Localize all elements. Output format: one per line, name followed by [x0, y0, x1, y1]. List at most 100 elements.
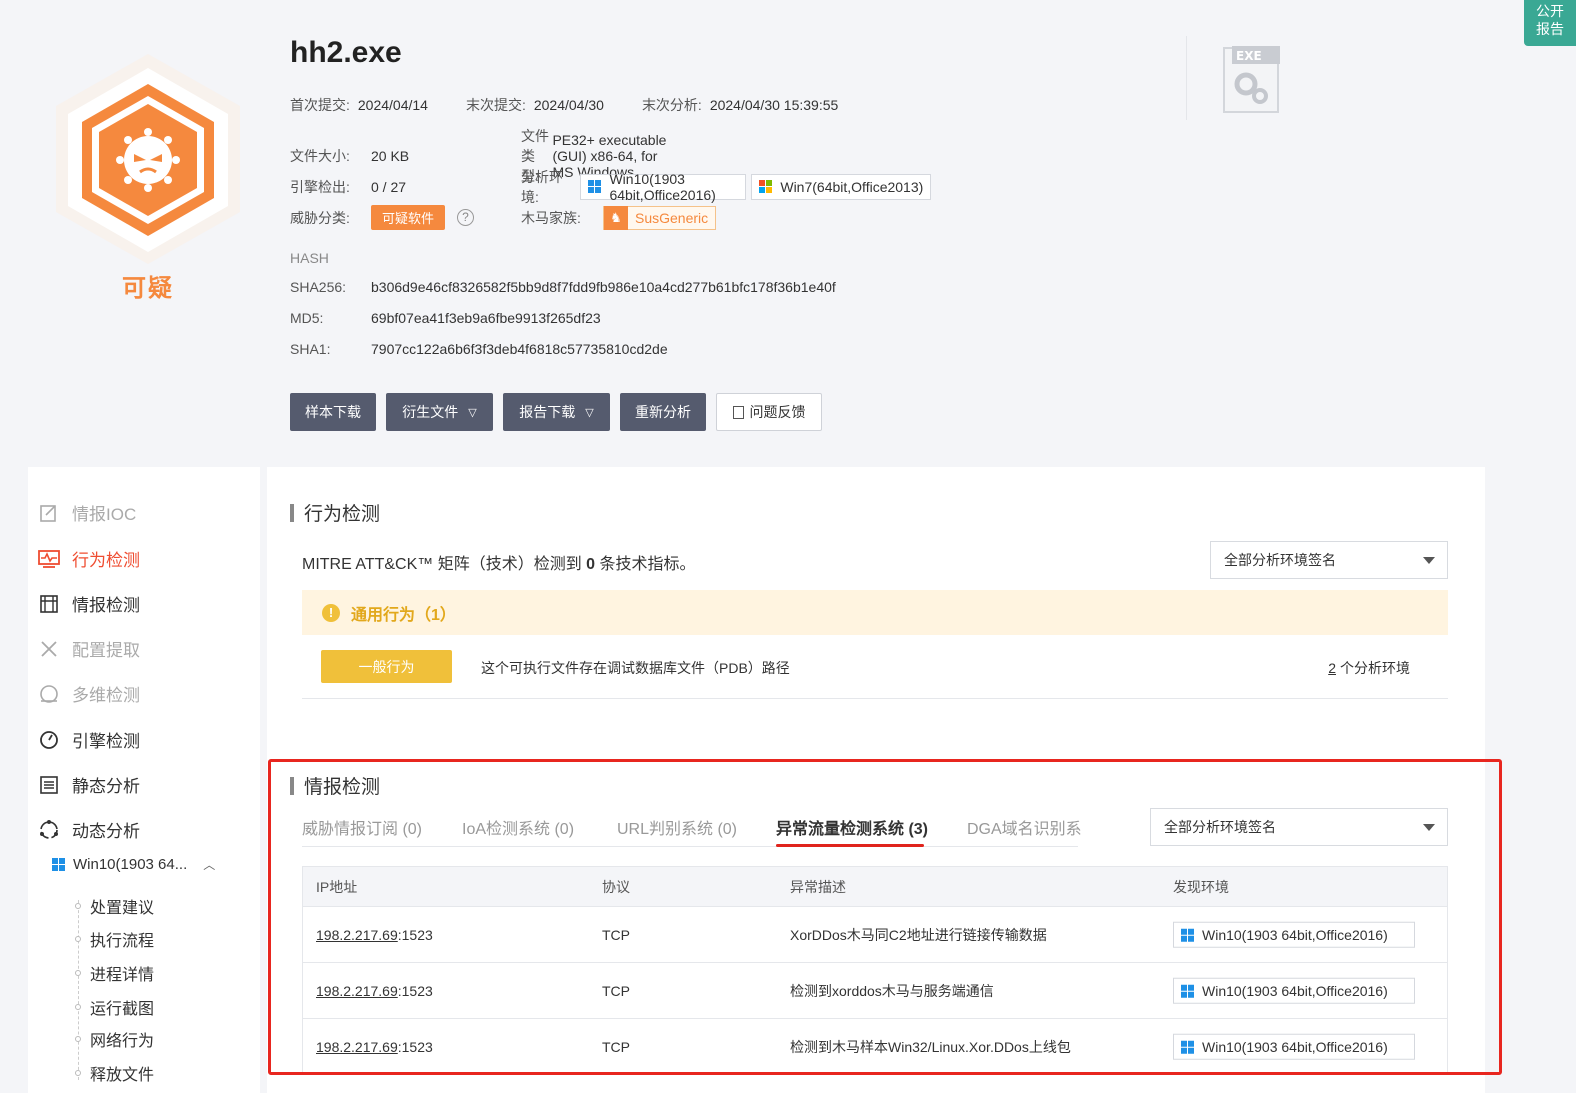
sidebar-item-intel-ioc[interactable]: 情报IOC — [38, 500, 136, 525]
sidebar-item-config-extract[interactable]: 配置提取 — [38, 636, 140, 661]
intel-env-select[interactable]: 全部分析环境签名 — [1150, 808, 1448, 846]
behavior-title-text: 行为检测 — [304, 504, 381, 525]
sidebar-sub-item[interactable]: 进程详情 — [75, 961, 154, 985]
env-chip-label: Win10(1903 64bit,Office2016) — [609, 170, 716, 203]
dropdown-arrow-icon — [1423, 557, 1435, 564]
ip-link[interactable]: 198.2.217.69 — [316, 927, 398, 943]
sidebar-item-static[interactable]: 静态分析 — [38, 772, 140, 797]
title-bar — [290, 776, 294, 795]
analysis-env-label: 分析环境: — [521, 168, 563, 205]
sidebar-sub-item[interactable]: 执行流程 — [75, 927, 155, 951]
protocol-cell: TCP — [602, 926, 630, 943]
trojan-horse-icon: ♞ — [604, 205, 628, 230]
env-chip-win7[interactable]: Win7(64bit,Office2013) — [751, 173, 932, 200]
description-cell: 检测到xorddos木马与服务端通信 — [790, 982, 994, 999]
tab-threat-intel[interactable]: 威胁情报订阅 (0) — [302, 815, 422, 839]
sidebar-sub-label: 网络行为 — [90, 1033, 155, 1050]
title-bar — [290, 503, 294, 522]
engine-label: 引擎检出: — [290, 178, 350, 195]
ip-link[interactable]: 198.2.217.69 — [316, 1039, 398, 1055]
tree-dot — [75, 936, 81, 942]
env-chip-label: Win10(1903 64bit,Office2016) — [1202, 1038, 1388, 1055]
env-cell: Win10(1903 64bit,Office2016) — [1173, 1033, 1415, 1060]
cycle-icon — [38, 819, 60, 841]
env-chip-win10[interactable]: Win10(1903 64bit,Office2016) — [580, 170, 747, 203]
general-behavior-banner[interactable]: ! 通用行为（1） — [302, 590, 1448, 635]
divider — [1186, 36, 1187, 120]
dropdown-arrow-icon — [1423, 824, 1435, 831]
reanalyze-button[interactable]: 重新分析 — [620, 393, 706, 431]
tools-icon — [38, 638, 60, 660]
derived-files-button[interactable]: 衍生文件 ▽ — [386, 393, 493, 431]
sidebar-sub-item[interactable]: 释放文件 — [75, 1061, 154, 1085]
behavior-env-select[interactable]: 全部分析环境签名 — [1210, 541, 1448, 579]
feedback-label: 问题反馈 — [749, 404, 806, 420]
family-chip[interactable]: ♞ SusGeneric — [603, 205, 717, 230]
ip-link[interactable]: 198.2.217.69 — [316, 983, 398, 999]
sample-download-button[interactable]: 样本下载 — [290, 393, 376, 431]
action-bar: 样本下载 衍生文件 ▽ 报告下载 ▽ 重新分析 问题反馈 — [290, 393, 822, 431]
threat-label: 威胁分类: — [290, 209, 350, 226]
env-chip[interactable]: Win10(1903 64bit,Office2016) — [1173, 977, 1415, 1004]
sidebar-item-label: 静态分析 — [72, 777, 140, 796]
sidebar-item-multi-detect[interactable]: 多维检测 — [38, 681, 140, 706]
sidebar-env-label: Win10(1903 64... — [73, 856, 188, 873]
tree-dot — [75, 1036, 81, 1042]
file-meta: 文件大小: 20 KB 文件类型: PE32+ executable (GUI)… — [290, 128, 932, 233]
behavior-env-count[interactable]: 2 个分析环境 — [1328, 658, 1410, 678]
tab-ioa[interactable]: IoA检测系统 (0) — [462, 815, 574, 839]
report-download-button[interactable]: 报告下载 ▽ — [503, 393, 610, 431]
edit-doc-icon — [38, 502, 60, 524]
tab-abnormal-traffic[interactable]: 异常流量检测系统 (3) — [776, 815, 928, 839]
verdict-hexagon-icon — [50, 50, 246, 270]
description-cell: XorDDos木马同C2地址进行链接传输数据 — [790, 926, 1047, 943]
env-count-link[interactable]: 2 — [1328, 660, 1336, 676]
sidebar-item-label: 情报检测 — [72, 596, 140, 615]
sidebar-item-label: 多维检测 — [72, 686, 140, 705]
first-submit-label: 首次提交: — [290, 97, 350, 113]
chevron-down-icon: ▽ — [468, 406, 477, 419]
last-analysis-label: 末次分析: — [641, 97, 702, 113]
behavior-description: 这个可执行文件存在调试数据库文件（PDB）路径 — [481, 660, 790, 676]
sidebar-item-intel-detect[interactable]: 情报检测 — [38, 591, 140, 616]
tree-line — [78, 900, 79, 1080]
tab-url[interactable]: URL判别系统 (0) — [617, 815, 737, 839]
verdict-label: 可疑 — [122, 275, 174, 302]
sidebar-env-toggle[interactable]: Win10(1903 64... ︿ — [52, 856, 215, 873]
sidebar-item-engine[interactable]: 引擎检测 — [38, 727, 140, 752]
sidebar-item-dynamic[interactable]: 动态分析 — [38, 817, 140, 842]
exe-file-icon: EXE — [1222, 42, 1280, 114]
md5-value: 69bf07ea41f3eb9a6fbe9913f265df23 — [371, 309, 601, 326]
report-download-label: 报告下载 — [519, 404, 576, 420]
sidebar-sub-item[interactable]: 运行截图 — [75, 995, 154, 1019]
env-chip[interactable]: Win10(1903 64bit,Office2016) — [1173, 1033, 1415, 1060]
sha1-label: SHA1: — [290, 340, 331, 357]
sha256-value: b306d9e46cf8326582f5bb9d8f7fdd9fb986e10a… — [371, 278, 836, 295]
sha1-value: 7907cc122a6b6f3f3deb4f6818c57735810cd2de — [371, 340, 668, 357]
mitre-pre: MITRE ATT&CK™ 矩阵（技术）检测到 — [302, 556, 587, 573]
monitor-pulse-icon — [38, 548, 60, 570]
sidebar-item-behavior[interactable]: 行为检测 — [38, 546, 140, 571]
sidebar-item-label: 引擎检测 — [72, 732, 140, 751]
windows-icon — [52, 858, 65, 871]
table-icon — [38, 593, 60, 615]
env-chip[interactable]: Win10(1903 64bit,Office2016) — [1173, 921, 1415, 948]
gauge-icon — [38, 729, 60, 751]
file-name: hh2.exe — [290, 36, 402, 69]
behavior-row: 一般行为 这个可执行文件存在调试数据库文件（PDB）路径 2 个分析环境 — [302, 645, 1448, 699]
tree-dot — [75, 970, 81, 976]
port: :1523 — [397, 926, 433, 943]
sidebar-sub-label: 执行流程 — [90, 933, 155, 950]
sidebar-sub-item[interactable]: 网络行为 — [75, 1027, 155, 1051]
select-value: 全部分析环境签名 — [1224, 552, 1336, 568]
feedback-button[interactable]: 问题反馈 — [716, 393, 822, 431]
port: :1523 — [397, 982, 433, 999]
derived-files-label: 衍生文件 — [402, 404, 459, 420]
tab-dga[interactable]: DGA域名识别系 — [967, 815, 1082, 839]
windows-icon — [588, 180, 602, 193]
public-report-button[interactable]: 公开 报告 — [1524, 0, 1576, 46]
sidebar-sub-item[interactable]: 处置建议 — [75, 894, 154, 918]
col-env: 发现环境 — [1173, 878, 1229, 895]
last-analysis-value: 2024/04/30 15:39:55 — [709, 97, 839, 113]
help-icon[interactable]: ? — [457, 209, 475, 226]
